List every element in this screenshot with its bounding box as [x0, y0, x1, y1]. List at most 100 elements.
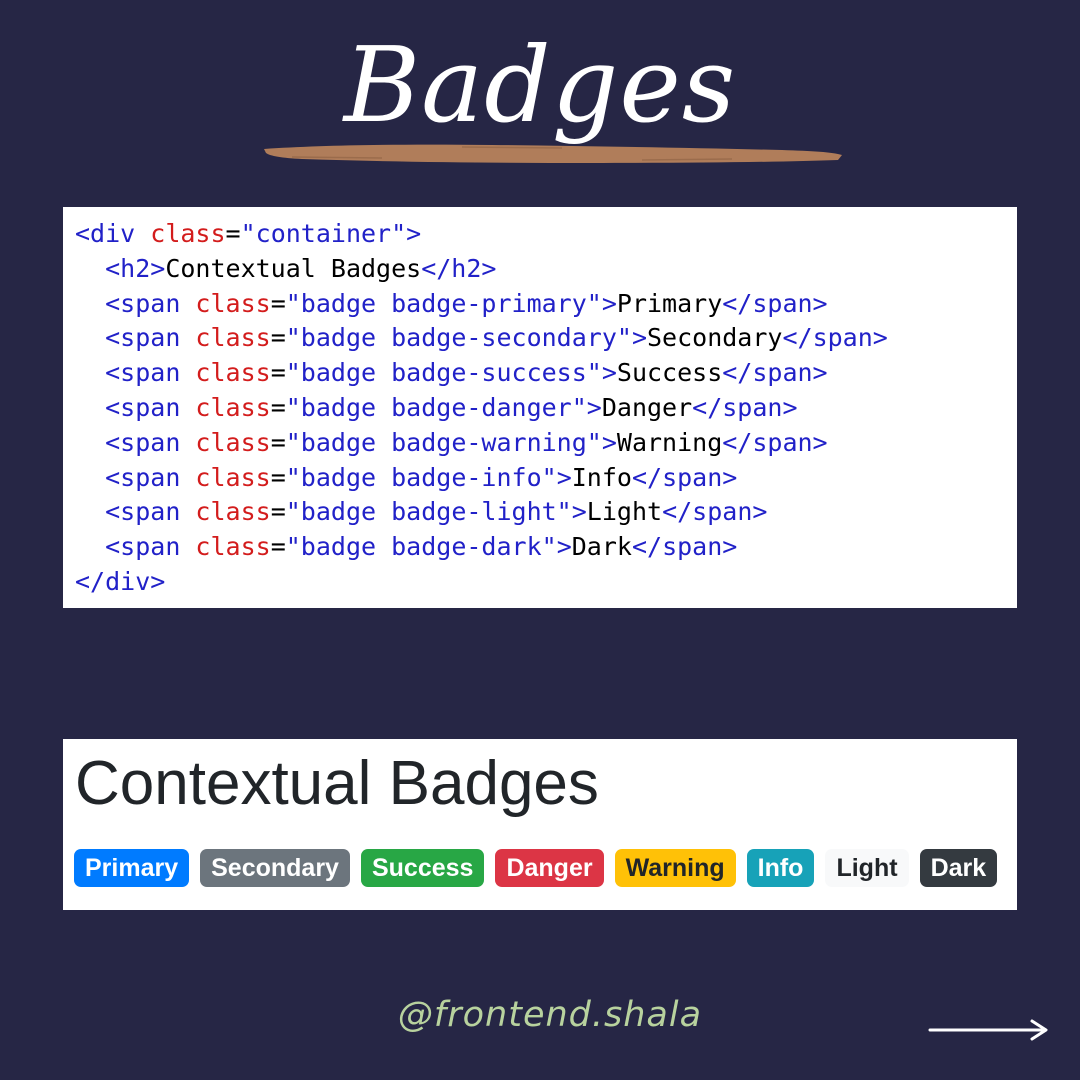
code-token-tag: <span [105, 497, 196, 527]
code-token-tag: > [601, 427, 617, 457]
code-line: </div> [75, 565, 1017, 600]
code-token-tag: <span [105, 427, 196, 457]
code-token-val: "badge badge-info" [285, 462, 557, 492]
code-token-tag: </span> [631, 532, 738, 562]
code-token-tag: > [406, 219, 422, 248]
code-token-tag: > [586, 392, 602, 422]
code-token-txt: = [225, 219, 241, 248]
badge-light: Light [825, 849, 909, 887]
code-line: <span class="badge badge-danger">Danger<… [75, 391, 1017, 426]
badge-dark: Dark [919, 849, 998, 887]
code-token-txt: Primary [616, 288, 723, 318]
author-handle: @frontend.shala [397, 995, 703, 1035]
code-token-tag: > [601, 358, 617, 388]
arrow-right-icon[interactable] [928, 1018, 1050, 1042]
code-line: <span class="badge badge-info">Info</spa… [75, 461, 1017, 496]
code-token-tag: </span> [631, 462, 738, 492]
code-token-txt: = [270, 462, 286, 492]
code-line: <span class="badge badge-dark">Dark</spa… [75, 530, 1017, 565]
code-line: <div class="container"> [75, 217, 1017, 252]
code-token-tag: <span [105, 392, 196, 422]
code-token-tag: > [601, 288, 617, 318]
code-token-tag: > [571, 497, 587, 527]
code-token-attr: class [150, 219, 226, 248]
brush-stroke-underline [264, 144, 842, 163]
code-snippet-panel: <div class="container"> <h2>Contextual B… [63, 207, 1017, 608]
badge-row: Primary Secondary Success Danger Warning Info… [74, 849, 998, 887]
code-token-txt: Success [616, 358, 723, 388]
code-token-attr: class [195, 358, 271, 388]
rendered-preview-panel: Contextual Badges Primary Secondary Succes… [63, 739, 1017, 910]
code-token-txt: = [270, 288, 286, 318]
code-token-txt: = [270, 532, 286, 562]
code-token-txt: Warning [616, 427, 723, 457]
code-token-tag: </h2> [421, 253, 497, 283]
code-token-txt: = [270, 358, 286, 388]
code-token-attr: class [195, 288, 271, 318]
code-token-txt: Contextual Badges [165, 253, 422, 283]
code-token-tag: </span> [782, 323, 888, 353]
code-token-txt: Info [571, 462, 632, 492]
code-token-txt: Dark [571, 532, 632, 562]
code-line: <span class="badge badge-secondary">Seco… [75, 321, 1017, 356]
badge-danger: Danger [495, 849, 604, 887]
code-token-tag: <span [105, 462, 196, 492]
preview-heading: Contextual Badges [75, 749, 599, 818]
page-title: Badges [343, 24, 737, 146]
code-token-tag: </div> [75, 566, 166, 596]
code-line: <span class="badge badge-warning">Warnin… [75, 426, 1017, 461]
code-token-tag: </span> [722, 288, 828, 318]
code-token-tag: <span [105, 532, 196, 562]
code-token-attr: class [195, 392, 271, 422]
code-token-txt: Danger [601, 392, 693, 422]
code-token-tag: <span [105, 288, 196, 318]
code-token-attr: class [195, 462, 271, 492]
code-line: <span class="badge badge-light">Light</s… [75, 495, 1017, 530]
code-token-tag: <div [75, 219, 151, 248]
code-token-val: "badge badge-dark" [285, 532, 557, 562]
code-line: <span class="badge badge-primary">Primar… [75, 287, 1017, 322]
badge-info: Info [746, 849, 815, 887]
code-token-val: "badge badge-danger" [285, 392, 587, 422]
code-token-attr: class [195, 497, 271, 527]
badge-secondary: Secondary [200, 849, 350, 887]
code-token-tag: > [556, 532, 572, 562]
code-token-tag: <span [105, 323, 196, 353]
code-token-attr: class [195, 323, 271, 353]
code-token-tag: </span> [722, 427, 828, 457]
code-token-val: "badge badge-success" [285, 358, 602, 388]
code-token-tag: </span> [722, 358, 828, 388]
code-token-tag: </span> [692, 392, 798, 422]
code-token-txt: = [270, 392, 286, 422]
code-token-tag: <span [105, 358, 196, 388]
code-line: <h2>Contextual Badges</h2> [75, 252, 1017, 287]
code-token-tag: > [556, 462, 572, 492]
code-token-txt: Secondary [647, 323, 783, 353]
code-token-val: "badge badge-secondary" [285, 323, 632, 353]
code-token-txt: Light [586, 497, 663, 527]
code-token-attr: class [195, 532, 271, 562]
code-token-val: "badge badge-primary" [285, 288, 602, 318]
code-token-tag: > [631, 323, 647, 353]
badge-success: Success [360, 849, 485, 887]
code-line: <span class="badge badge-success">Succes… [75, 356, 1017, 391]
badge-primary: Primary [74, 849, 190, 887]
code-token-val: "container" [240, 219, 407, 248]
code-token-txt: = [270, 427, 286, 457]
code-token-val: "badge badge-light" [285, 497, 572, 527]
code-token-txt: = [270, 497, 286, 527]
code-token-txt: = [270, 323, 286, 353]
code-token-attr: class [195, 427, 271, 457]
badge-warning: Warning [614, 849, 736, 887]
code-token-val: "badge badge-warning" [285, 427, 602, 457]
code-token-tag: </span> [662, 497, 768, 527]
